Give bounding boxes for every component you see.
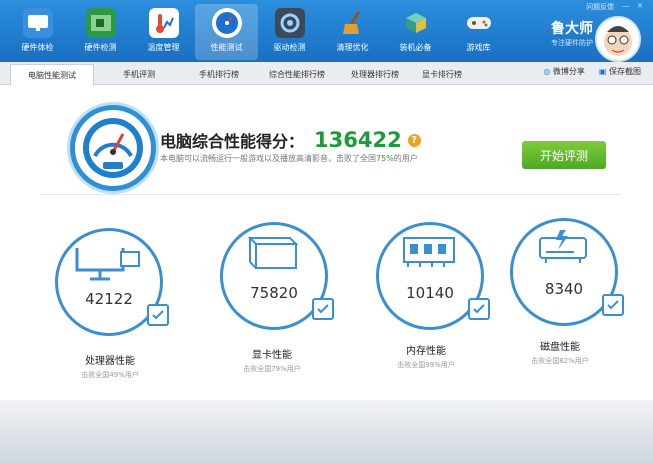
cpu-subtext: 击败全国49%用户: [81, 371, 139, 379]
nav-label: 清理优化: [336, 43, 369, 52]
nav-item-hardware-detect[interactable]: 硬件检测: [69, 4, 132, 60]
tab-phone-review[interactable]: 手机评测: [100, 65, 178, 84]
feedback-link[interactable]: 问题反馈: [586, 2, 614, 12]
mascot-avatar[interactable]: [595, 16, 641, 62]
overall-score: 电脑综合性能得分： 136422 ?: [160, 128, 421, 152]
nav-item-hardware-checkup[interactable]: 硬件体检: [6, 4, 69, 60]
nav-item-install-essentials[interactable]: 装机必备: [384, 4, 447, 60]
thermometer-icon: [148, 8, 179, 38]
score-value: 136422: [314, 128, 402, 152]
cpu-monitor-icon: [75, 248, 140, 281]
memory-label: 内存性能: [406, 346, 446, 357]
hard-disk-icon: [539, 230, 587, 263]
toolbar-actions: ◎ 微博分享 ▣ 保存截图: [543, 66, 641, 77]
brand-slogan: 专注硬件防护: [551, 39, 593, 47]
top-navigation-bar: 硬件体检 硬件检测 温度管理 性能测试 驱动检测 清理优化 装机必备 游戏库 问…: [0, 0, 653, 62]
driver-gear-icon: [274, 8, 305, 38]
nav-item-temperature[interactable]: 温度管理: [132, 4, 195, 60]
check-icon: [602, 294, 624, 316]
disk-metric[interactable]: 8340: [510, 218, 624, 328]
memory-metric[interactable]: 10140: [376, 222, 490, 332]
cpu-metric[interactable]: 42122: [55, 228, 169, 338]
cpu-label: 处理器性能: [85, 356, 135, 367]
share-button[interactable]: ◎ 微博分享: [543, 66, 585, 77]
check-icon: [312, 298, 334, 320]
broom-icon: [338, 8, 368, 38]
nav-item-cleanup[interactable]: 清理优化: [321, 4, 384, 60]
save-screenshot-button[interactable]: ▣ 保存截图: [599, 66, 641, 77]
tab-overall-ranking[interactable]: 综合性能排行榜: [258, 65, 336, 84]
main-nav: 硬件体检 硬件检测 温度管理 性能测试 驱动检测 清理优化 装机必备 游戏库: [6, 4, 510, 60]
score-description: 本电脑可以流畅运行一般游戏以及播放高清影音，击败了全国75%的用户: [160, 154, 418, 163]
window-links: 问题反馈 — ✕: [586, 2, 643, 12]
brand: 鲁大师 专注硬件防护: [551, 18, 593, 48]
camera-icon: ▣: [598, 67, 609, 76]
start-test-button[interactable]: 开始评测: [522, 141, 606, 169]
gpu-label: 显卡性能: [252, 350, 292, 361]
tab-pc-performance[interactable]: 电脑性能测试: [10, 64, 94, 86]
share-icon: ◎: [543, 67, 553, 76]
memory-chip-icon: [403, 237, 455, 267]
circuit-board-icon: [85, 8, 116, 38]
disk-label: 磁盘性能: [540, 342, 580, 353]
disk-subtext: 击败全国82%用户: [531, 357, 589, 365]
nav-label: 性能测试: [210, 43, 243, 52]
close-icon[interactable]: ✕: [637, 2, 643, 12]
nav-item-performance-test[interactable]: 性能测试: [195, 4, 258, 60]
nav-label: 驱动检测: [273, 43, 306, 52]
cube-box-icon: [401, 8, 431, 38]
nav-label: 游戏库: [466, 43, 491, 52]
gpu-cube-icon: [247, 237, 299, 269]
speedometer-icon: [70, 105, 156, 191]
check-icon: [147, 304, 169, 326]
minimize-icon[interactable]: —: [622, 2, 629, 12]
gpu-subtext: 击败全国79%用户: [243, 365, 301, 373]
gpu-metric[interactable]: 75820: [220, 222, 334, 332]
nav-label: 硬件检测: [84, 43, 117, 52]
bottom-area: [0, 400, 653, 463]
divider: [40, 194, 620, 195]
app-window: 硬件体检 硬件检测 温度管理 性能测试 驱动检测 清理优化 装机必备 游戏库 问…: [0, 0, 653, 463]
tab-gpu-ranking[interactable]: 显卡排行榜: [412, 65, 472, 84]
tab-cpu-ranking[interactable]: 处理器排行榜: [336, 65, 414, 84]
score-title: 电脑综合性能得分：: [160, 132, 305, 151]
monitor-icon: [22, 8, 53, 38]
gamepad-icon: [464, 8, 494, 38]
nav-label: 装机必备: [399, 43, 432, 52]
nav-item-driver[interactable]: 驱动检测: [258, 4, 321, 60]
nav-label: 硬件体检: [21, 43, 54, 52]
tab-phone-ranking[interactable]: 手机排行榜: [180, 65, 258, 84]
speedometer-icon: [211, 8, 242, 38]
nav-label: 温度管理: [147, 43, 180, 52]
brand-name: 鲁大师: [551, 21, 593, 37]
help-icon[interactable]: ?: [407, 133, 421, 147]
memory-subtext: 击败全国99%用户: [397, 361, 455, 369]
nav-item-game-library[interactable]: 游戏库: [447, 4, 510, 60]
tab-bar: 电脑性能测试 手机评测 手机排行榜 综合性能排行榜 处理器排行榜 显卡排行榜 ◎…: [0, 62, 653, 86]
check-icon: [468, 298, 490, 320]
